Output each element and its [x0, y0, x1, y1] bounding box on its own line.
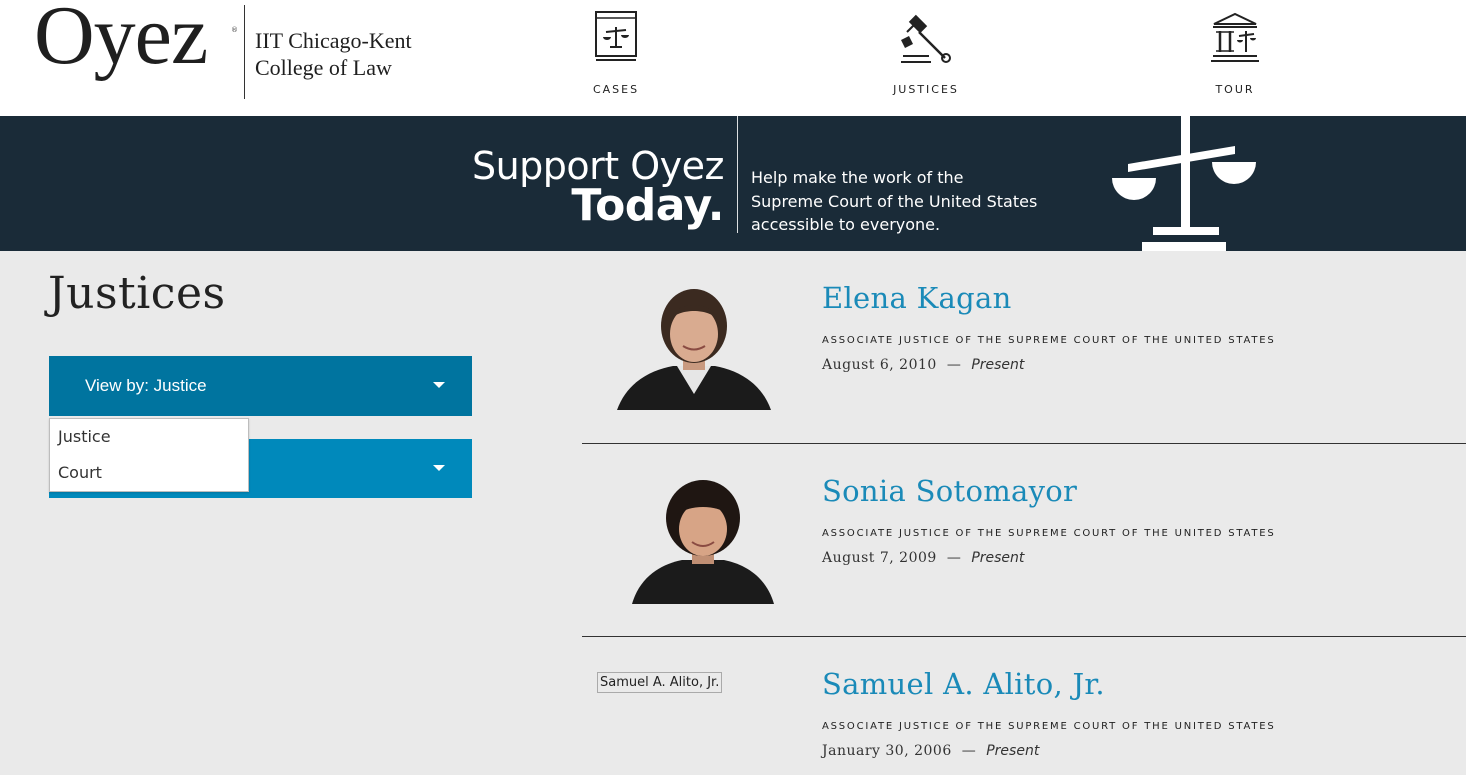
nav-justices-label: JUSTICES [893, 83, 959, 96]
justice-tenure: January 30, 2006 — Present [822, 743, 1039, 759]
courthouse-icon [1211, 12, 1259, 62]
school-line-1: IIT Chicago-Kent [255, 28, 412, 53]
banner-tagline-line-3: accessible to everyone. [751, 215, 941, 234]
banner-tagline-line-2: Supreme Court of the United States [751, 191, 1038, 211]
justice-list-item: Samuel A. Alito, Jr. Samuel A. Alito, Jr… [582, 637, 1466, 775]
tenure-dash: — [946, 550, 962, 566]
justice-portrait[interactable] [632, 480, 774, 604]
logo-school-name: IIT Chicago-Kent College of Law [255, 27, 412, 81]
view-by-select[interactable]: View by: Justice [49, 356, 472, 416]
banner-divider [737, 116, 738, 233]
book-scales-icon [595, 11, 637, 61]
logo-registered-mark: ® [231, 26, 238, 34]
justice-name-link[interactable]: Elena Kagan [822, 281, 1012, 315]
site-header: Oyez ® IIT Chicago-Kent College of Law C… [0, 0, 1466, 116]
caret-down-icon [433, 465, 445, 471]
view-by-select-label: View by: Justice [85, 376, 207, 395]
caret-down-icon [433, 382, 445, 388]
justice-role: ASSOCIATE JUSTICE OF THE SUPREME COURT O… [822, 721, 1276, 732]
nav-tour[interactable]: TOUR [1175, 10, 1295, 106]
tenure-dash: — [946, 357, 962, 373]
view-by-dropdown-menu: Justice Court [49, 418, 249, 492]
logo-wordmark: Oyez [34, 0, 208, 82]
tenure-start: January 30, 2006 [822, 743, 952, 759]
justice-portrait-alt-text[interactable]: Samuel A. Alito, Jr. [597, 672, 723, 693]
justice-name-link[interactable]: Sonia Sotomayor [822, 474, 1077, 508]
tenure-end: Present [971, 357, 1025, 373]
nav-justices[interactable]: JUSTICES [866, 10, 986, 106]
nav-tour-label: TOUR [1215, 83, 1255, 96]
page-title: Justices [48, 268, 226, 319]
tenure-start: August 7, 2009 [822, 550, 937, 566]
scales-of-justice-icon [1112, 116, 1256, 251]
school-line-2: College of Law [255, 55, 392, 80]
justice-tenure: August 7, 2009 — Present [822, 550, 1024, 566]
nav-cases[interactable]: CASES [556, 10, 676, 106]
justice-role: ASSOCIATE JUSTICE OF THE SUPREME COURT O… [822, 335, 1276, 346]
dropdown-option-court[interactable]: Court [50, 455, 248, 491]
tenure-end: Present [971, 550, 1025, 566]
justice-tenure: August 6, 2010 — Present [822, 357, 1024, 373]
banner-tagline-line-1: Help make the work of the [751, 168, 964, 187]
banner-tagline: Help make the work of the Supreme Court … [751, 166, 1071, 237]
support-banner[interactable]: Support Oyez Today. Help make the work o… [0, 116, 1466, 251]
logo-divider [244, 5, 245, 99]
tenure-end: Present [986, 743, 1040, 759]
tenure-start: August 6, 2010 [822, 357, 937, 373]
justice-portrait[interactable] [617, 286, 771, 410]
gavel-icon [901, 14, 951, 63]
justice-list-item: Elena Kagan ASSOCIATE JUSTICE OF THE SUP… [582, 251, 1466, 444]
justice-name-link[interactable]: Samuel A. Alito, Jr. [822, 667, 1105, 701]
dropdown-option-justice[interactable]: Justice [50, 419, 248, 455]
banner-today-text: Today. [571, 180, 724, 231]
justice-list-item: Sonia Sotomayor ASSOCIATE JUSTICE OF THE… [582, 444, 1466, 637]
justice-role: ASSOCIATE JUSTICE OF THE SUPREME COURT O… [822, 528, 1276, 539]
nav-cases-label: CASES [592, 83, 640, 96]
tenure-dash: — [961, 743, 977, 759]
